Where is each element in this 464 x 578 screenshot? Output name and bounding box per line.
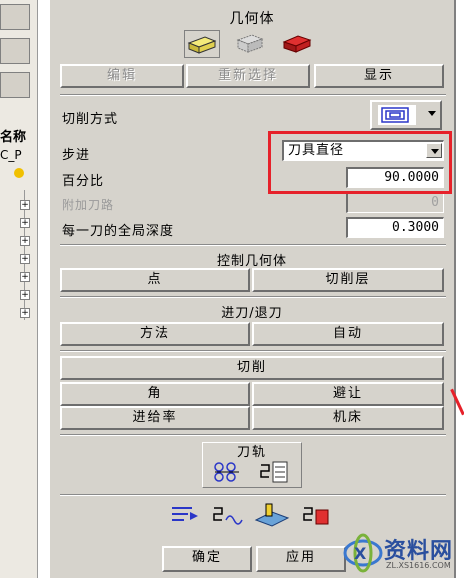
generate-toolpath-icon[interactable] [211,459,245,485]
blank-geometry-icon[interactable] [232,30,268,58]
step-value: 刀具直径 [288,143,345,158]
cavity-mill-dialog: 几何体 编辑 重新选择 显示 切削方式 步进 刀具直径 百分比 90.0000 … [48,0,456,578]
engage-retract-title: 进刀/退刀 [221,306,283,321]
check-geometry-icon[interactable] [280,30,316,58]
toolpath-group: 刀轨 [202,442,302,488]
ok-button[interactable]: 确定 [162,546,252,572]
navigator-toolbar-button[interactable] [0,72,30,98]
cut-method-dropdown[interactable] [370,100,442,130]
navigator-toolbar-button[interactable] [0,4,30,30]
expand-icon[interactable]: + [20,200,30,210]
chevron-down-icon[interactable] [426,143,442,158]
svg-text:X: X [354,544,367,563]
expand-icon[interactable]: + [20,254,30,264]
machine-simulation-icon[interactable] [252,502,292,530]
expand-icon[interactable]: + [20,272,30,282]
cut-levels-button[interactable]: 切削层 [252,268,444,292]
expand-icon[interactable]: + [20,218,30,228]
navigator-program-node[interactable]: C_P [0,148,38,166]
tool-path-verify-icon[interactable] [210,502,244,530]
apply-button[interactable]: 应用 [256,546,346,572]
extra-passes-input: 0 [346,192,444,213]
auto-button[interactable]: 自动 [252,322,444,346]
navigator-name-header: 名称 [0,130,27,145]
percent-label: 百分比 [62,174,105,189]
part-geometry-icon[interactable] [184,30,220,58]
percent-input[interactable]: 90.0000 [346,167,444,188]
watermark: X 资料网 ZL.XS1616.COM [340,527,464,578]
operation-navigator: 名称 C_P + + + + + + + [0,0,38,578]
machine-button[interactable]: 机床 [252,406,444,430]
cut-method-label: 切削方式 [62,112,119,127]
reselect-button[interactable]: 重新选择 [186,64,310,88]
control-geometry-title: 控制几何体 [216,254,287,269]
follow-periphery-icon [378,105,416,125]
point-button[interactable]: 点 [60,268,250,292]
list-toolpath-icon[interactable] [300,502,334,530]
replay-toolpath-icon[interactable] [257,459,291,485]
folder-icon [14,168,24,178]
feedrate-button[interactable]: 进给率 [60,406,250,430]
step-dropdown[interactable]: 刀具直径 [282,140,444,161]
divider [60,494,446,496]
watermark-url: ZL.XS1616.COM [386,561,451,570]
expand-icon[interactable]: + [20,236,30,246]
avoidance-button[interactable]: 避让 [252,382,444,406]
divider [60,296,446,298]
toolpath-title: 刀轨 [236,445,267,460]
depth-per-cut-label: 每一刀的全局深度 [62,224,175,239]
corner-button[interactable]: 角 [60,382,250,406]
cutting-button[interactable]: 切削 [60,356,444,380]
display-button[interactable]: 显示 [314,64,444,88]
divider [60,244,446,246]
divider [60,94,446,96]
chevron-down-icon [428,111,436,116]
expand-icon[interactable]: + [20,308,30,318]
divider [60,350,446,352]
divider [60,434,446,436]
edit-button[interactable]: 编辑 [60,64,184,88]
watermark-logo-icon: X [343,533,383,573]
tool-path-edit-icon[interactable] [168,502,202,530]
depth-per-cut-input[interactable]: 0.3000 [346,217,444,238]
navigator-toolbar-button[interactable] [0,38,30,64]
expand-icon[interactable]: + [20,290,30,300]
step-label: 步进 [62,148,91,163]
geometry-section-title: 几何体 [229,11,275,27]
extra-passes-label: 附加刀路 [62,198,115,212]
method-button[interactable]: 方法 [60,322,250,346]
